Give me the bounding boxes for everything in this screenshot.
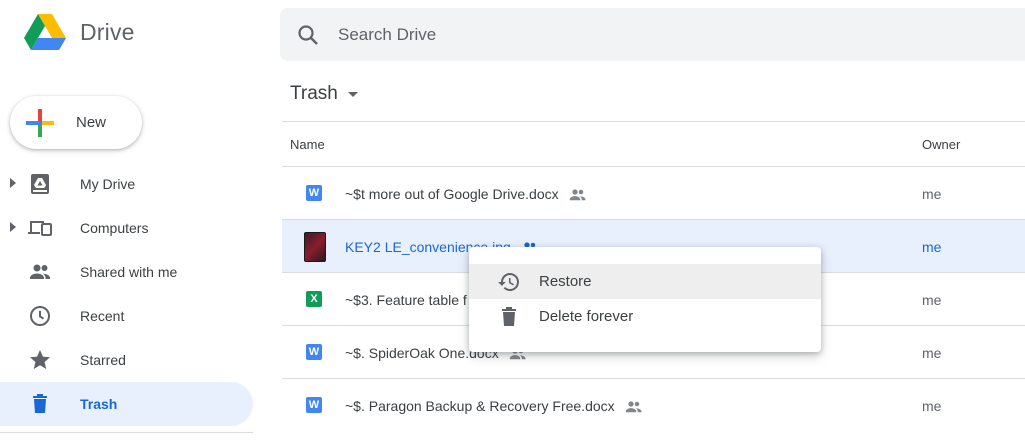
image-thumbnail (304, 232, 326, 262)
drive-logo[interactable]: Drive (24, 14, 135, 51)
file-owner: me (922, 345, 942, 361)
sidebar-nav: My Drive Computers Shared with me Recent… (0, 162, 260, 426)
star-icon (30, 350, 50, 369)
shared-people-icon (625, 401, 642, 413)
sidebar-item-recent[interactable]: Recent (0, 294, 260, 338)
menu-item-label: Delete forever (539, 308, 634, 325)
table-row[interactable]: W ~$t more out of Google Drive.docx me (282, 166, 1025, 219)
header-divider (282, 121, 1025, 122)
file-owner: me (922, 292, 942, 308)
file-name: ~$3. Feature table f (345, 292, 467, 308)
computers-icon (28, 221, 52, 236)
file-name: ~$t more out of Google Drive.docx (345, 186, 587, 202)
search-input[interactable] (338, 24, 938, 45)
sidebar-item-label: Trash (80, 396, 118, 412)
restore-history-icon (498, 273, 519, 291)
word-doc-icon: W (306, 185, 322, 201)
folder-title-dropdown[interactable]: Trash (290, 83, 358, 105)
new-button[interactable]: New (10, 96, 142, 149)
new-button-label: New (76, 114, 107, 131)
sidebar-item-label: Computers (80, 220, 149, 236)
file-owner: me (922, 186, 942, 202)
shared-people-icon (30, 264, 50, 279)
dropdown-arrow-icon (347, 91, 358, 97)
table-row[interactable]: W ~$. Paragon Backup & Recovery Free.doc… (282, 378, 1025, 431)
drive-app: Drive New My Drive Computers Shared with… (0, 0, 1025, 441)
sidebar-item-label: Shared with me (80, 264, 178, 280)
sidebar-item-trash[interactable]: Trash (0, 382, 253, 426)
search-icon[interactable] (296, 23, 320, 47)
sidebar-divider (0, 432, 253, 433)
file-owner: me (922, 398, 942, 414)
clock-icon (30, 306, 50, 326)
file-name: ~$. Paragon Backup & Recovery Free.docx (345, 398, 643, 414)
search-bar[interactable] (280, 8, 1025, 61)
sidebar-item-computers[interactable]: Computers (0, 206, 260, 250)
plus-icon (26, 108, 54, 137)
sidebar-item-label: My Drive (80, 176, 136, 192)
sidebar-item-starred[interactable]: Starred (0, 338, 260, 382)
context-menu: Restore Delete forever (469, 247, 821, 352)
trash-icon (502, 307, 516, 326)
excel-sheet-icon: X (306, 291, 322, 307)
column-header-name[interactable]: Name (290, 137, 325, 152)
shared-people-icon (569, 189, 586, 201)
file-owner: me (922, 239, 942, 255)
sidebar-item-label: Recent (80, 308, 125, 324)
word-doc-icon: W (306, 397, 322, 413)
expand-caret-icon[interactable] (10, 178, 16, 188)
sidebar-item-my-drive[interactable]: My Drive (0, 162, 260, 206)
menu-item-restore[interactable]: Restore (469, 264, 821, 299)
app-name: Drive (80, 19, 135, 45)
column-header-owner[interactable]: Owner (922, 137, 960, 152)
expand-caret-icon[interactable] (10, 222, 16, 232)
page-title: Trash (290, 83, 338, 104)
my-drive-icon (31, 174, 49, 194)
menu-item-label: Restore (539, 273, 592, 290)
sidebar-item-label: Starred (80, 352, 126, 368)
drive-logo-icon (24, 14, 66, 50)
trash-icon (33, 394, 47, 413)
word-doc-icon: W (306, 344, 322, 360)
menu-item-delete-forever[interactable]: Delete forever (469, 299, 821, 334)
sidebar-item-shared-with-me[interactable]: Shared with me (0, 250, 260, 294)
